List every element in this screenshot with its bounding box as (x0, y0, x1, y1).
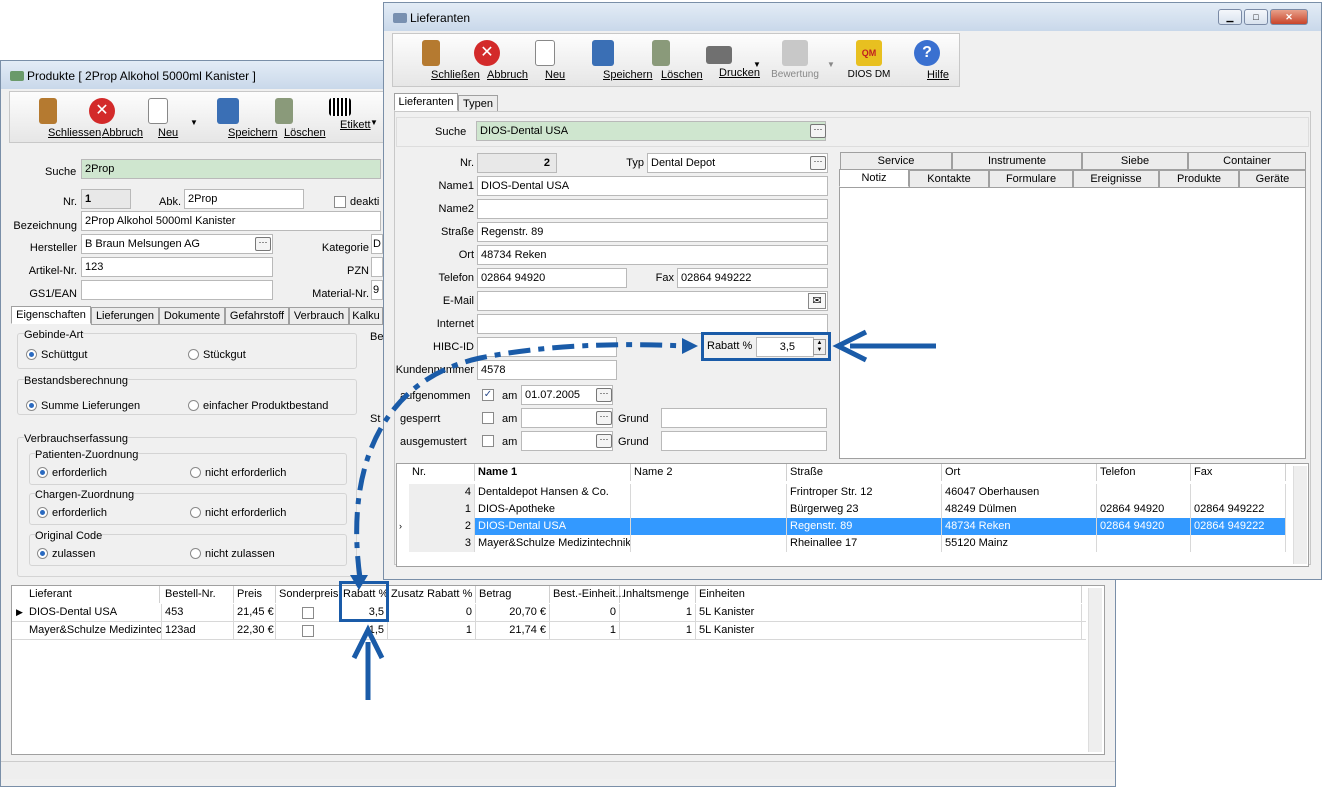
annotation-arrows (350, 329, 936, 700)
dashed-arrow-tail-icon (350, 575, 368, 590)
dashed-connector-arrow (354, 342, 687, 579)
dashed-arrow-head-icon (682, 338, 698, 354)
